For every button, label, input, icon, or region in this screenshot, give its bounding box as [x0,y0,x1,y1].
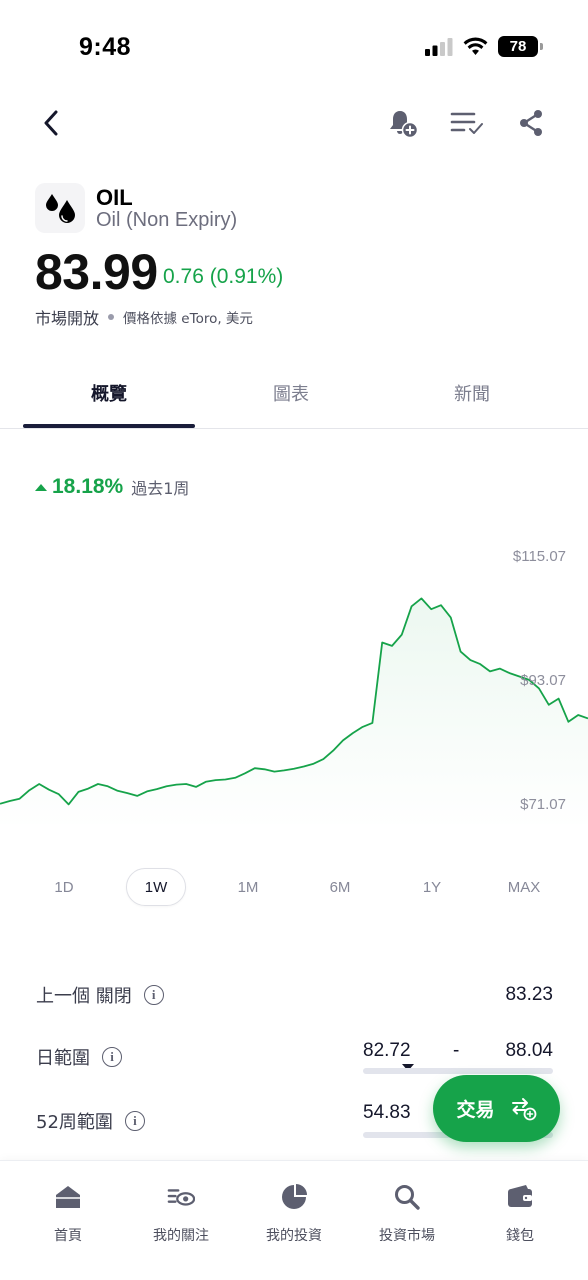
home-icon [54,1183,82,1211]
battery-indicator: 78 [498,36,543,57]
nav-discover-label: 投資市場 [379,1228,435,1244]
status-time: 9:48 [79,33,132,61]
info-icon[interactable]: i [102,1047,122,1067]
nav-wallet-label: 錢包 [506,1228,534,1244]
price-alert-button[interactable] [386,106,420,140]
nav-portfolio-label: 我的投資 [266,1228,322,1244]
watchlist-icon [167,1183,195,1211]
performance-value: 18.18% [52,475,124,498]
market-status: 市場開放 [35,309,100,328]
tab-overview[interactable]: 概覽 [23,358,195,428]
share-icon [520,110,542,136]
day-range-separator: - [453,1040,460,1061]
up-arrow-icon [35,483,47,491]
performance-period: 過去1周 [131,479,190,498]
portfolio-icon [280,1183,308,1211]
oil-drops-icon [46,194,75,223]
price-change: 0.76 (0.91%) [163,265,284,288]
instrument-logo [35,183,85,233]
range-6m[interactable]: 6M [310,868,370,906]
nav-home[interactable]: 首頁 [18,1183,118,1245]
range-1w[interactable]: 1W [126,868,186,906]
prev-close-label-text: 上一個 關閉 [36,986,132,1007]
current-price: 83.99 [35,244,158,300]
trade-button[interactable]: 交易 [433,1075,560,1142]
nav-watchlist-label: 我的關注 [153,1228,209,1244]
day-range-label: 日範圍 i [36,1044,122,1070]
trade-button-label: 交易 [456,1099,495,1121]
back-button[interactable] [36,105,66,141]
nav-home-label: 首頁 [54,1228,82,1244]
week52-range-label-text: 52周範圍 [36,1112,113,1133]
week52-range-label: 52周範圍 i [36,1108,145,1134]
wifi-icon [463,37,488,55]
instrument-name: Oil (Non Expiry) [96,209,238,231]
top-bar [0,100,588,146]
time-range-selector: 1D 1W 1M 6M 1Y MAX [18,868,570,906]
bottom-nav: 首頁 我的關注 我的投資 投資市場 錢包 [0,1160,588,1280]
day-range-high: 88.04 [505,1040,553,1061]
prev-close-value: 83.23 [505,984,553,1005]
day-range-label-text: 日範圍 [36,1048,90,1069]
tab-chart[interactable]: 圖表 [205,358,377,428]
trade-icon [511,1097,536,1120]
range-1m[interactable]: 1M [218,868,278,906]
market-info: 市場開放 價格依據 eToro, 美元 [35,305,253,329]
battery-level: 78 [509,38,527,55]
info-icon[interactable]: i [124,1111,145,1131]
tab-news[interactable]: 新聞 [386,358,558,428]
chart-area-fill [0,598,588,830]
week52-range-low: 54.83 [363,1102,411,1123]
watchlist-button[interactable] [450,106,484,140]
bell-add-icon [390,111,419,139]
nav-portfolio[interactable]: 我的投資 [244,1183,344,1245]
cellular-signal-icon [425,37,453,56]
performance-summary: 18.18% 過去1周 [35,475,189,499]
range-max[interactable]: MAX [494,868,554,906]
price-source: 價格依據 eToro, 美元 [123,311,253,327]
range-1d[interactable]: 1D [34,868,94,906]
prev-close-label: 上一個 關閉 i [36,982,164,1008]
separator-dot [108,314,115,320]
info-icon[interactable]: i [143,985,164,1005]
top-actions [386,106,548,140]
share-button[interactable] [514,106,548,140]
list-check-icon [450,112,483,134]
y-axis-label-bottom: $71.07 [520,796,566,813]
range-1y[interactable]: 1Y [402,868,462,906]
active-tab-indicator [23,424,195,428]
nav-discover[interactable]: 投資市場 [357,1183,457,1245]
nav-watchlist[interactable]: 我的關注 [131,1183,231,1245]
day-range-low: 82.72 [363,1040,411,1061]
wallet-icon [506,1183,534,1211]
day-range-bar [363,1068,553,1074]
tab-bar: 概覽 圖表 新聞 [0,358,588,429]
price-chart[interactable]: $115.07 $93.07 $71.07 [0,530,588,830]
price-chart-svg: $115.07 $93.07 $71.07 [0,548,588,830]
chevron-left-icon [44,110,58,136]
instrument-symbol: OIL [96,185,133,210]
nav-wallet[interactable]: 錢包 [470,1183,570,1245]
status-bar: 9:48 78 [0,0,588,90]
y-axis-label-mid: $93.07 [520,672,566,689]
y-axis-label-top: $115.07 [513,548,566,565]
status-icons: 78 [425,36,543,57]
search-icon [393,1183,421,1211]
